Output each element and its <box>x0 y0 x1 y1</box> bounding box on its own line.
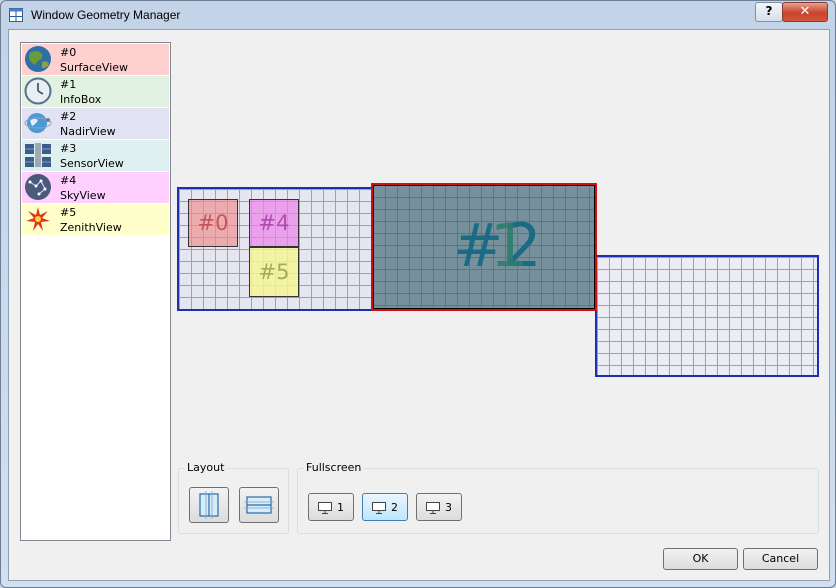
fullscreen-screen-3-button[interactable]: 3 <box>416 493 462 521</box>
item-number: #3 <box>60 142 77 155</box>
item-number: #1 <box>60 78 77 91</box>
item-name: SensorView <box>60 157 124 170</box>
item-name: SurfaceView <box>60 61 129 74</box>
cancel-button[interactable]: Cancel <box>743 548 818 570</box>
item-name: ZenithView <box>60 221 122 234</box>
window-title: Window Geometry Manager <box>31 8 181 22</box>
star-burst-icon <box>26 207 50 231</box>
list-item[interactable]: #3 SensorView <box>22 140 169 171</box>
window-grid-icon <box>9 8 23 22</box>
screen-3[interactable] <box>595 255 819 377</box>
dialog-client-area: #0 SurfaceView #1 InfoBox #2 NadirView #… <box>8 29 830 581</box>
layout-vertical-icon <box>199 491 219 519</box>
screen-layout-canvas[interactable]: #0 #4 #5 #2 1 <box>177 42 821 466</box>
monitor-icon <box>426 502 440 514</box>
window-list[interactable]: #0 SurfaceView #1 InfoBox #2 NadirView #… <box>20 42 171 541</box>
fullscreen-screen-1-button[interactable]: 1 <box>308 493 354 521</box>
dialog-window: Window Geometry Manager ? ✕ #0 SurfaceVi… <box>0 0 836 588</box>
layout-horizontal-button[interactable] <box>239 487 279 523</box>
fullscreen-screen-label: 1 <box>337 501 344 514</box>
list-item[interactable]: #0 SurfaceView <box>22 44 169 75</box>
globe-icon <box>25 46 51 72</box>
fullscreen-screen-label: 2 <box>391 501 398 514</box>
window-box-5[interactable]: #5 <box>249 247 299 297</box>
item-number: #4 <box>60 174 77 187</box>
window-box-4[interactable]: #4 <box>249 199 299 247</box>
list-item[interactable]: #2 NadirView <box>22 108 169 139</box>
ok-button[interactable]: OK <box>663 548 738 570</box>
item-number: #5 <box>60 206 77 219</box>
fullscreen-screen-label: 3 <box>445 501 452 514</box>
list-item[interactable]: #5 ZenithView <box>22 204 169 235</box>
help-button[interactable]: ? <box>755 2 783 22</box>
layout-horizontal-icon <box>244 496 274 514</box>
title-bar[interactable]: Window Geometry Manager ? ✕ <box>1 1 835 29</box>
item-name: NadirView <box>60 125 116 138</box>
layout-group-title: Layout <box>185 461 227 474</box>
list-item[interactable]: #4 SkyView <box>22 172 169 203</box>
close-button[interactable]: ✕ <box>782 2 828 22</box>
satellite-icon <box>25 143 51 167</box>
item-number: #0 <box>60 46 77 59</box>
layout-vertical-button[interactable] <box>189 487 229 523</box>
monitor-icon <box>372 502 386 514</box>
earth-orbit-icon <box>24 113 52 133</box>
monitor-icon <box>318 502 332 514</box>
list-item[interactable]: #1 InfoBox <box>22 76 169 107</box>
layout-group: Layout <box>178 461 289 534</box>
item-number: #2 <box>60 110 77 123</box>
item-name: SkyView <box>60 189 106 202</box>
fullscreen-group-title: Fullscreen <box>304 461 364 474</box>
window-label-1[interactable]: 1 <box>490 216 528 276</box>
clock-icon <box>24 77 52 105</box>
item-name: InfoBox <box>60 93 102 106</box>
fullscreen-screen-2-button[interactable]: 2 <box>362 493 408 521</box>
constellation-icon <box>25 174 51 200</box>
fullscreen-group: Fullscreen 1 2 3 <box>297 461 819 534</box>
window-box-0[interactable]: #0 <box>188 199 238 247</box>
